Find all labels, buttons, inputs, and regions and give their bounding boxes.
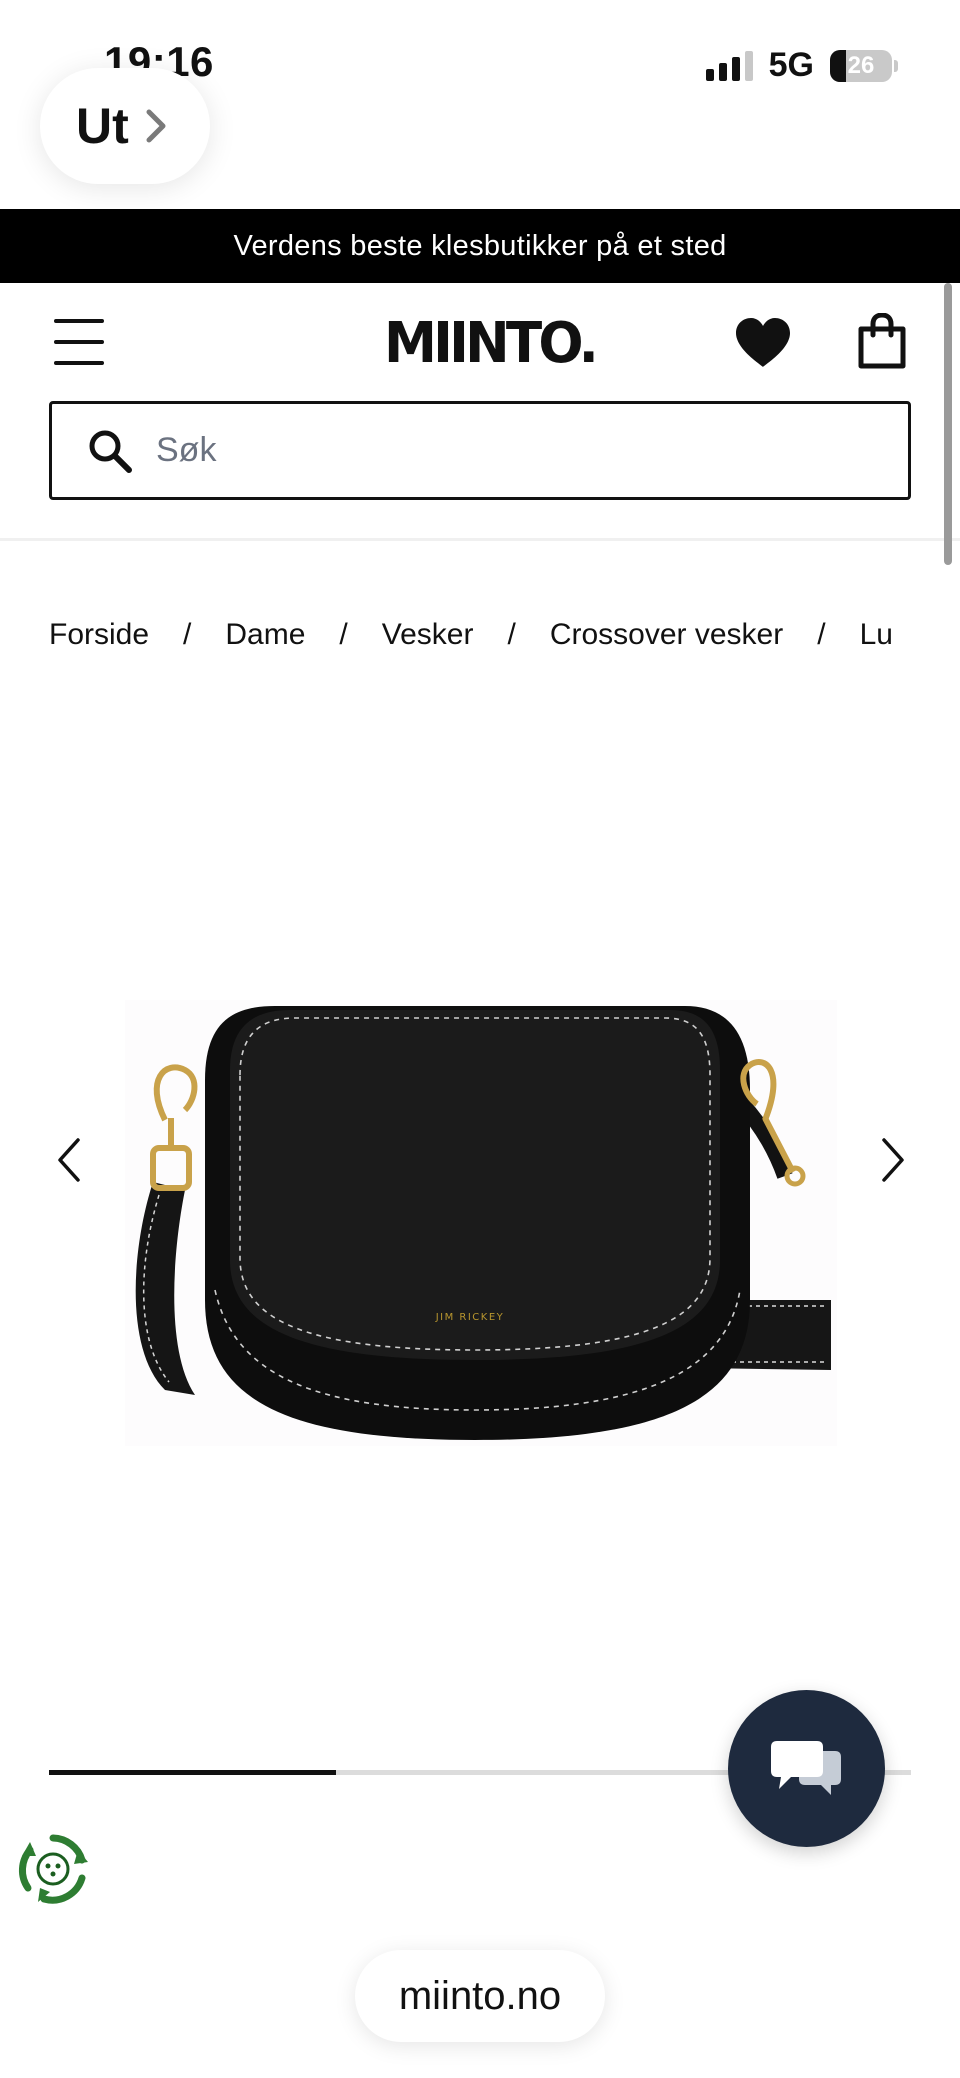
breadcrumb-item-vesker[interactable]: Vesker — [382, 618, 474, 651]
breadcrumb: Forside / Dame / Vesker / Crossover vesker / Lu — [49, 618, 911, 658]
breadcrumb-item-current[interactable]: Lu — [860, 618, 893, 651]
breadcrumb-separator: / — [183, 618, 192, 651]
breadcrumb-item-forside[interactable]: Forside — [49, 618, 149, 651]
chevron-right-icon[interactable] — [872, 1132, 912, 1188]
product-gallery: JIM RICKEY — [0, 700, 960, 1700]
breadcrumb-item-dame[interactable]: Dame — [225, 618, 305, 651]
search-input[interactable] — [156, 431, 856, 470]
breadcrumb-item-crossover-vesker[interactable]: Crossover vesker — [550, 618, 783, 651]
chat-button[interactable] — [728, 1690, 885, 1847]
promo-banner: Verdens beste klesbutikker på et sted — [0, 209, 960, 283]
heart-icon[interactable] — [734, 317, 792, 369]
back-label: Ut — [76, 98, 129, 154]
status-indicators: 5G 26 — [705, 46, 898, 85]
chevron-right-icon — [146, 109, 166, 143]
network-label: 5G — [768, 46, 814, 84]
breadcrumb-separator: / — [817, 618, 826, 651]
menu-icon[interactable] — [54, 319, 104, 365]
bag-icon[interactable] — [858, 313, 906, 369]
breadcrumb-separator: / — [339, 618, 348, 651]
chevron-left-icon[interactable] — [50, 1132, 90, 1188]
recycle-icon[interactable] — [16, 1832, 90, 1906]
battery-level: 26 — [847, 51, 875, 79]
back-to-app-button[interactable]: Ut — [40, 68, 210, 184]
search-box[interactable] — [49, 401, 911, 500]
gallery-progress-fill — [49, 1770, 337, 1775]
product-brand-mark: JIM RICKEY — [435, 1312, 505, 1323]
battery-icon: 26 — [830, 49, 892, 82]
breadcrumb-separator: / — [507, 618, 516, 651]
battery-cap — [894, 59, 898, 72]
page-scrollbar[interactable] — [944, 283, 952, 565]
site-logo[interactable]: MIINTO. — [384, 311, 599, 376]
site-header: MIINTO. — [0, 283, 960, 541]
chat-icon — [770, 1740, 841, 1795]
signal-icon — [705, 50, 753, 81]
product-image[interactable]: JIM RICKEY — [125, 1000, 837, 1446]
browser-url[interactable]: miinto.no — [355, 1950, 605, 2042]
search-icon — [89, 430, 132, 473]
